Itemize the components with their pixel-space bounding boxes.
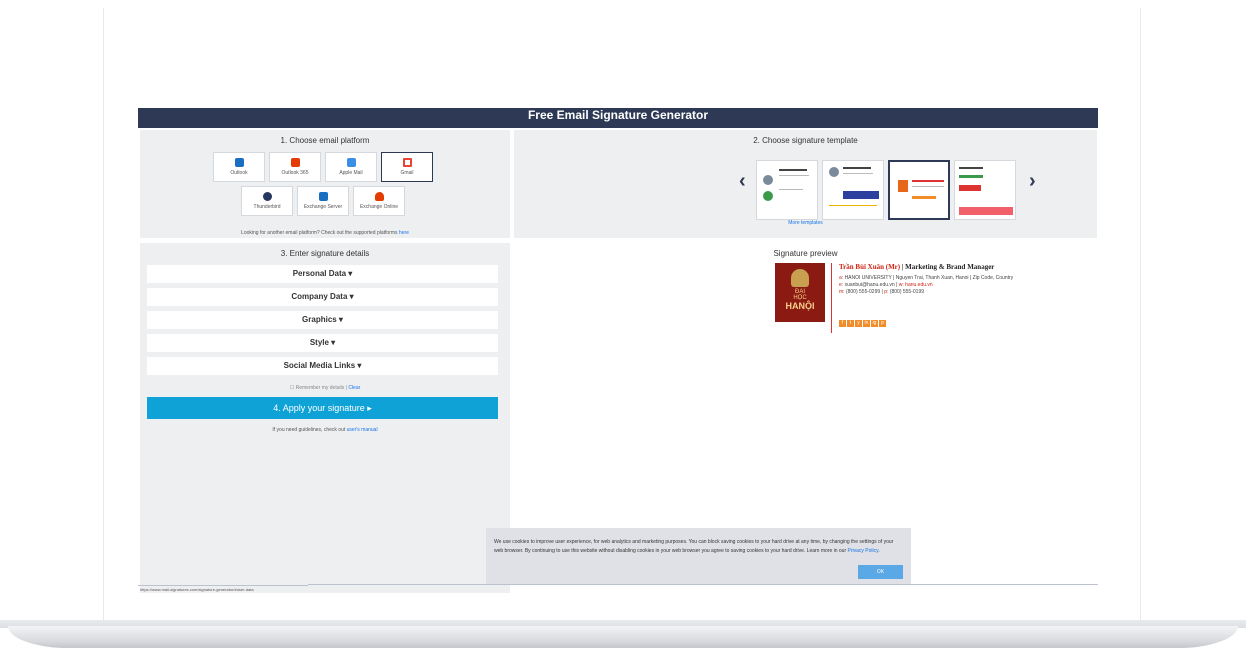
signature-phone-line: m: (800) 555-0299 | p: (800) 555-0199 <box>839 289 1019 296</box>
signature-email: xuanbui@hanu.edu.vn <box>844 282 895 288</box>
platform-outlook[interactable]: Outlook <box>213 152 265 182</box>
page-title: Free Email Signature Generator <box>138 108 1098 128</box>
platform-exchange-server[interactable]: Exchange Server <box>297 186 349 216</box>
separator: | <box>881 289 883 295</box>
platform-thunderbird[interactable]: Thunderbird <box>241 186 293 216</box>
status-bar-url: https://www.mail-signatures.com/signatur… <box>138 585 308 593</box>
signature-name-line: Trần Bùi Xuân (Mr) | Marketing & Brand M… <box>839 263 994 271</box>
platform-label: Thunderbird <box>253 204 281 210</box>
platform-label: Exchange Server <box>303 204 343 210</box>
signature-generator-app: Free Email Signature Generator 1. Choose… <box>138 108 1098 593</box>
exchange-icon <box>318 192 328 201</box>
platform-label: Exchange Online <box>359 204 399 210</box>
phone-label: p: <box>884 289 889 295</box>
platform-outlook-365[interactable]: Outlook 365 <box>269 152 321 182</box>
social-icons: f t y in ig p <box>839 311 887 329</box>
outlook-icon <box>234 158 244 167</box>
pinterest-icon[interactable]: p <box>879 320 886 327</box>
office-365-icon <box>290 158 300 167</box>
guidelines-note: If you need guidelines, check out user's… <box>140 427 510 433</box>
platform-gmail[interactable]: Gmail <box>381 152 433 182</box>
platform-label: Outlook <box>230 170 248 176</box>
cloud-icon <box>374 192 384 201</box>
platform-note: Looking for another email platform? Chec… <box>140 230 510 236</box>
signature-divider <box>831 263 832 333</box>
template-thumb[interactable] <box>822 160 884 220</box>
youtube-icon[interactable]: y <box>855 320 862 327</box>
cookie-banner: We use cookies to improve user experienc… <box>486 528 911 584</box>
apply-signature-button[interactable]: 4. Apply your signature ▸ <box>147 397 498 419</box>
signature-details: a: HANOI UNIVERSITY | Nguyen Trai, Thanh… <box>839 275 1019 296</box>
platform-panel: 1. Choose email platform Outlook Outlook… <box>140 130 510 238</box>
remember-details-checkbox[interactable]: ☐ Remember my details | <box>290 385 349 391</box>
bottom-rule <box>308 584 1098 585</box>
email-label: e: <box>839 282 844 288</box>
signature-address-line: a: HANOI UNIVERSITY | Nguyen Trai, Thanh… <box>839 275 1019 282</box>
template-panel-title: 2. Choose signature template <box>753 136 858 145</box>
cookie-ok-button[interactable]: OK <box>858 565 903 579</box>
template-thumb[interactable] <box>756 160 818 220</box>
signature-preview: ĐẠI HỌC HANỘI Trần Bùi Xuân (Mr) | Marke… <box>775 263 1040 333</box>
remember-details-row[interactable]: ☐ Remember my details | Clear <box>140 385 510 391</box>
prev-template-icon[interactable]: ‹ <box>739 170 746 193</box>
platform-exchange-online[interactable]: Exchange Online <box>353 186 405 216</box>
details-panel-title: 3. Enter signature details <box>280 249 370 258</box>
twitter-icon[interactable]: t <box>847 320 854 327</box>
accordion-style[interactable]: Style ▾ <box>147 334 498 352</box>
next-template-icon[interactable]: › <box>1029 170 1036 193</box>
privacy-policy-link[interactable]: Privacy Policy <box>848 548 879 554</box>
platform-label: Apple Mail <box>339 170 363 176</box>
separator: | <box>896 282 898 288</box>
university-logo: ĐẠI HỌC HANỘI <box>775 263 825 322</box>
cookie-text: We use cookies to improve user experienc… <box>494 539 894 554</box>
accordion-graphics[interactable]: Graphics ▾ <box>147 311 498 329</box>
platform-panel-title: 1. Choose email platform <box>280 136 370 145</box>
signature-phone: (800) 555-0199 <box>889 289 925 295</box>
address-label: a: <box>839 275 844 281</box>
laptop-base <box>0 620 1246 657</box>
platform-label: Gmail <box>400 170 414 176</box>
facebook-icon[interactable]: f <box>839 320 846 327</box>
template-thumb-selected[interactable] <box>888 160 950 220</box>
platforms-here-link[interactable]: here <box>399 230 409 236</box>
more-templates-link[interactable]: More templates <box>514 220 1097 226</box>
template-panel: 2. Choose signature template ‹ › More te… <box>514 130 1097 238</box>
website-label: w: <box>898 282 904 288</box>
gmail-icon <box>402 158 412 167</box>
laptop-lip <box>8 626 1238 648</box>
mobile-label: m: <box>839 289 845 295</box>
template-thumb[interactable] <box>954 160 1016 220</box>
accordion-company-data[interactable]: Company Data ▾ <box>147 288 498 306</box>
clear-link[interactable]: Clear <box>348 385 360 391</box>
platform-apple-mail[interactable]: Apple Mail <box>325 152 377 182</box>
signature-name: Trần Bùi Xuân (Mr) <box>839 263 901 271</box>
instagram-icon[interactable]: ig <box>871 320 878 327</box>
thunderbird-icon <box>262 192 272 201</box>
platform-note-text: Looking for another email platform? Chec… <box>241 230 399 236</box>
accordion-social-media-links[interactable]: Social Media Links ▾ <box>147 357 498 375</box>
accordion-personal-data[interactable]: Personal Data ▾ <box>147 265 498 283</box>
signature-address: HANOI UNIVERSITY | Nguyen Trai, Thanh Xu… <box>844 275 1014 281</box>
details-panel: 3. Enter signature details Personal Data… <box>140 243 510 593</box>
signature-website[interactable]: hanu.edu.vn <box>905 282 933 288</box>
preview-title: Signature preview <box>773 249 838 258</box>
temple-icon <box>791 269 809 287</box>
signature-mobile: (800) 555-0299 <box>845 289 881 295</box>
guidelines-text: If you need guidelines, check out <box>272 427 347 433</box>
users-manual-link[interactable]: user's manual <box>347 427 378 433</box>
platform-label: Outlook 365 <box>281 170 309 176</box>
apple-mail-icon <box>346 158 356 167</box>
signature-contact-line: e: xuanbui@hanu.edu.vn | w: hanu.edu.vn <box>839 282 1019 289</box>
linkedin-icon[interactable]: in <box>863 320 870 327</box>
logo-line: HANỘI <box>785 301 815 311</box>
signature-role: | Marketing & Brand Manager <box>901 263 995 271</box>
